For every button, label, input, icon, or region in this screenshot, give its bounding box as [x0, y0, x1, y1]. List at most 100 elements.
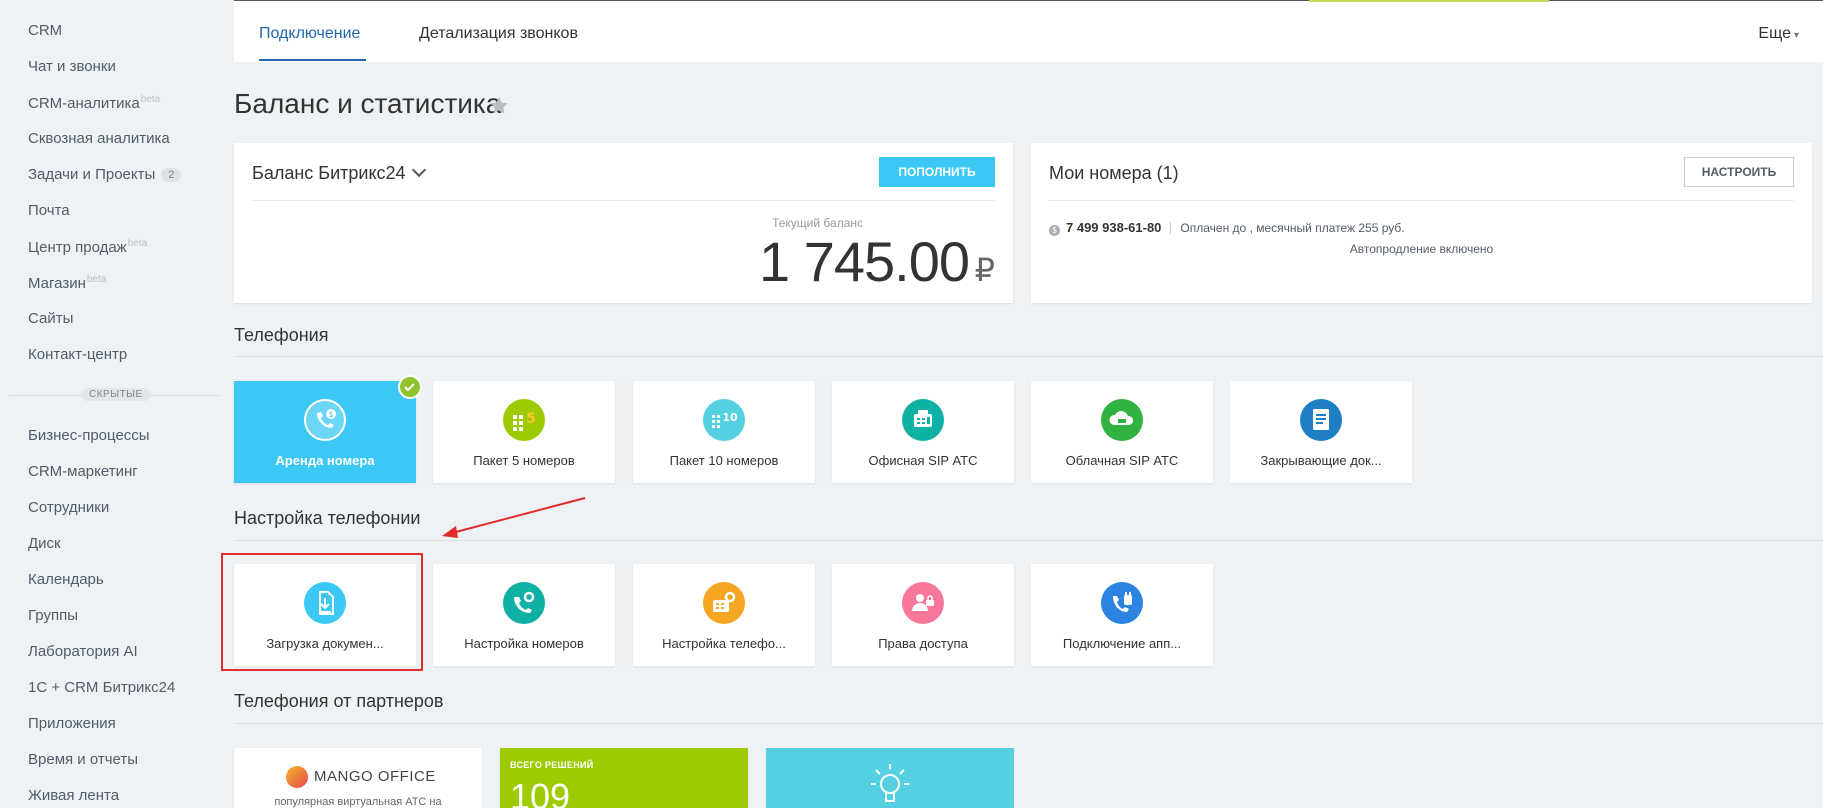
- sidebar-item-contact-center[interactable]: Контакт-центр: [28, 346, 127, 363]
- checkmark-icon: [398, 375, 422, 399]
- documents-icon: [1300, 399, 1342, 441]
- counter-badge: 2: [161, 168, 182, 182]
- divider: [234, 723, 1823, 724]
- svg-text:10: 10: [722, 411, 738, 424]
- solutions-label: ВСЕГО РЕШЕНИЙ: [510, 760, 594, 770]
- divider: [252, 200, 995, 201]
- page-title: Баланс и статистика: [234, 88, 502, 119]
- payment-info: Оплачен до , месячный платеж 255 руб.: [1180, 221, 1405, 235]
- phone-settings-icon: [503, 582, 545, 624]
- telephony-settings-section-title: Настройка телефонии: [234, 508, 421, 528]
- pack-10-icon: 10: [703, 399, 745, 441]
- divider: [234, 540, 1823, 541]
- chevron-down-icon: [411, 162, 426, 178]
- partner-idea[interactable]: [766, 748, 1014, 808]
- tile-label: Настройка телефо...: [662, 636, 786, 651]
- sidebar-item-ai-lab[interactable]: Лаборатория AI: [28, 643, 138, 660]
- star-icon[interactable]: [487, 94, 511, 118]
- tile-office-sip[interactable]: Офисная SIP АТС: [832, 381, 1014, 483]
- sidebar-item-crm[interactable]: CRM: [28, 22, 62, 39]
- tile-number-settings[interactable]: Настройка номеров: [433, 564, 615, 666]
- sidebar-item-crm-marketing[interactable]: CRM-маркетинг: [28, 463, 138, 480]
- cloud-sip-icon: [1101, 399, 1143, 441]
- sidebar-item-tasks[interactable]: Задачи и Проекты 2: [28, 166, 182, 183]
- tile-pack-10[interactable]: 10 Пакет 10 номеров: [633, 381, 815, 483]
- beta-badge: beta: [140, 94, 161, 105]
- tile-document-upload[interactable]: Загрузка докумен...: [234, 564, 416, 666]
- coin-icon: $: [1049, 225, 1060, 236]
- tile-label: Пакет 5 номеров: [473, 453, 575, 468]
- partner-all-solutions[interactable]: ВСЕГО РЕШЕНИЙ 109: [500, 748, 748, 808]
- beta-badge: beta: [86, 274, 107, 285]
- tile-label: Загрузка докумен...: [266, 636, 384, 651]
- left-sidebar: CRM Чат и звонки CRM-аналитикаbeta Сквоз…: [0, 0, 232, 808]
- sidebar-item-through-analytics[interactable]: Сквозная аналитика: [28, 130, 170, 147]
- sidebar-item-disk[interactable]: Диск: [28, 535, 61, 552]
- lightbulb-icon: [871, 764, 909, 802]
- top-up-button[interactable]: ПОПОЛНИТЬ: [879, 157, 995, 187]
- sidebar-item-sales-center[interactable]: Центр продажbeta: [28, 238, 147, 256]
- partner-description: популярная виртуальная АТС на: [274, 796, 442, 808]
- hidden-items-separator[interactable]: СКРЫТЫЕ: [9, 388, 219, 402]
- sidebar-item-1c-crm[interactable]: 1С + CRM Битрикс24: [28, 679, 175, 696]
- telephony-section-title: Телефония: [234, 325, 329, 345]
- balance-label: Текущий баланс: [772, 216, 863, 230]
- partners-section-title: Телефония от партнеров: [234, 691, 444, 711]
- tile-cloud-sip[interactable]: Облачная SIP АТС: [1031, 381, 1213, 483]
- tile-label: Закрывающие док...: [1260, 453, 1382, 468]
- sidebar-item-time-reports[interactable]: Время и отчеты: [28, 751, 138, 768]
- tile-rent-number[interactable]: $ Аренда номера: [234, 375, 422, 483]
- caret-down-icon: ▾: [1793, 30, 1799, 41]
- divider: [1170, 222, 1172, 234]
- tile-access-rights[interactable]: Права доступа: [832, 564, 1014, 666]
- balance-value: 1 745.00: [759, 230, 970, 293]
- top-accent-bar: [1309, 0, 1549, 2]
- sidebar-item-shop[interactable]: Магазинbeta: [28, 274, 106, 292]
- sidebar-item-employees[interactable]: Сотрудники: [28, 499, 109, 516]
- phone-number[interactable]: 7 499 938-61-80: [1066, 220, 1161, 235]
- beta-badge: beta: [127, 238, 148, 249]
- document-upload-icon: [304, 582, 346, 624]
- mango-logo: [286, 766, 308, 788]
- tile-label: Аренда номера: [275, 453, 375, 468]
- tile-label: Облачная SIP АТС: [1065, 453, 1179, 468]
- tile-device-connect[interactable]: Подключение апп...: [1031, 564, 1213, 666]
- tile-label: Офисная SIP АТС: [868, 453, 978, 468]
- tab-call-details[interactable]: Детализация звонков: [419, 25, 578, 43]
- tile-telephony-settings[interactable]: Настройка телефо...: [633, 564, 815, 666]
- more-menu[interactable]: Еще ▾: [1758, 25, 1799, 43]
- sidebar-item-live-feed[interactable]: Живая лента: [28, 787, 119, 804]
- divider: [234, 356, 1823, 357]
- svg-text:5: 5: [526, 411, 536, 427]
- sidebar-item-groups[interactable]: Группы: [28, 607, 78, 624]
- sidebar-item-business-processes[interactable]: Бизнес-процессы: [28, 427, 150, 444]
- balance-title[interactable]: Баланс Битрикс24: [252, 162, 426, 184]
- divider: [1049, 200, 1794, 201]
- tile-closing-documents[interactable]: Закрывающие док...: [1230, 381, 1412, 483]
- tile-label: Настройка номеров: [464, 636, 584, 651]
- tile-label: Права доступа: [878, 636, 968, 651]
- svg-text:$: $: [328, 410, 333, 419]
- tile-pack-5[interactable]: 5 Пакет 5 номеров: [433, 381, 615, 483]
- balance-card: Баланс Битрикс24 ПОПОЛНИТЬ Текущий балан…: [234, 143, 1013, 303]
- tile-label: Подключение апп...: [1062, 636, 1182, 651]
- partner-name: MANGO OFFICE: [314, 768, 436, 785]
- sidebar-item-crm-analytics[interactable]: CRM-аналитикаbeta: [28, 94, 160, 112]
- solutions-count: 109: [510, 776, 571, 808]
- pack-5-icon: 5: [503, 399, 545, 441]
- sidebar-item-chat[interactable]: Чат и звонки: [28, 58, 116, 75]
- sidebar-item-sites[interactable]: Сайты: [28, 310, 73, 327]
- my-numbers-card: Мои номера (1) НАСТРОИТЬ $7 499 938-61-8…: [1031, 143, 1812, 303]
- access-rights-icon: [902, 582, 944, 624]
- tab-connection[interactable]: Подключение: [259, 25, 360, 43]
- configure-button[interactable]: НАСТРОИТЬ: [1684, 157, 1794, 187]
- tab-bar: Подключение Детализация звонков Еще ▾: [234, 0, 1823, 62]
- number-row: $7 499 938-61-80 Оплачен до , месячный пл…: [1049, 220, 1405, 236]
- partner-mango-office[interactable]: MANGO OFFICE популярная виртуальная АТС …: [234, 748, 482, 808]
- sidebar-item-calendar[interactable]: Календарь: [28, 571, 104, 588]
- tile-label: Пакет 10 номеров: [669, 453, 779, 468]
- sidebar-item-apps[interactable]: Приложения: [28, 715, 116, 732]
- hidden-label: СКРЫТЫЕ: [81, 388, 151, 401]
- active-tab-indicator: [259, 59, 366, 61]
- sidebar-item-mail[interactable]: Почта: [28, 202, 70, 219]
